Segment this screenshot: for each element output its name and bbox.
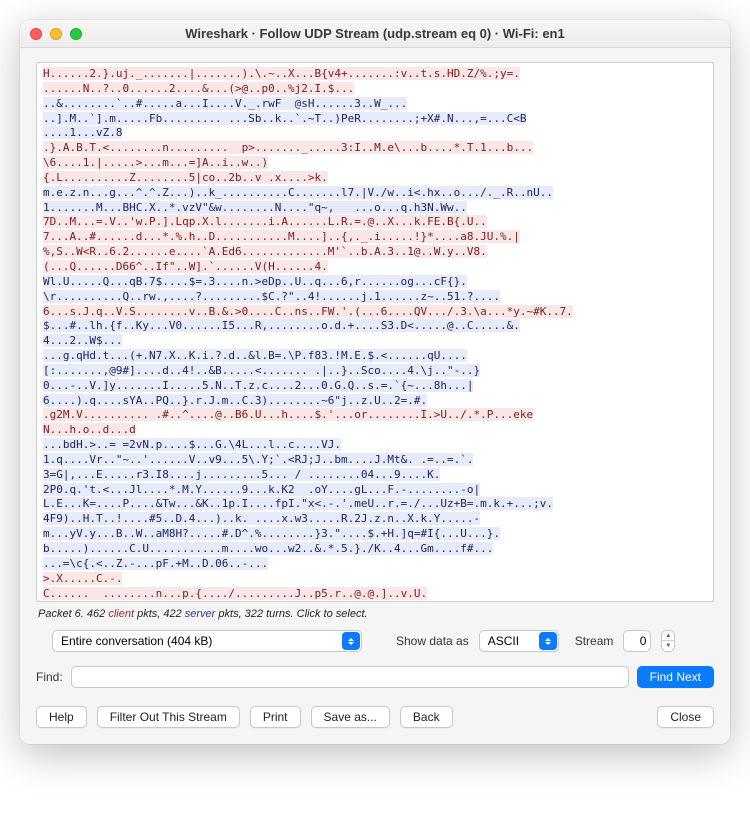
show-data-label: Show data as bbox=[396, 634, 469, 648]
client-word: client bbox=[108, 608, 134, 620]
titlebar: Wireshark · Follow UDP Stream (udp.strea… bbox=[20, 20, 730, 48]
server-segment[interactable]: $...#..lh.{f..Ky...V0......I5...R,......… bbox=[43, 319, 520, 406]
client-segment[interactable]: .}.A.B.T.<........n......... p>......._.… bbox=[43, 141, 533, 184]
server-segment[interactable]: ..&........`..#.....a...I....V._.rwF @sH… bbox=[43, 97, 526, 140]
client-segment[interactable]: >.X.....C.-. C...... ........n...p.{....… bbox=[43, 572, 427, 600]
button-row: Help Filter Out This Stream Print Save a… bbox=[36, 706, 714, 728]
controls-row: Entire conversation (404 kB) Show data a… bbox=[36, 630, 714, 652]
status-mid1: pkts, 422 bbox=[134, 608, 185, 620]
find-input[interactable] bbox=[71, 666, 629, 688]
find-label: Find: bbox=[36, 670, 63, 684]
data-format-select-wrap[interactable]: ASCII bbox=[479, 630, 559, 652]
stepper-down-icon[interactable]: ▼ bbox=[662, 641, 674, 651]
stepper-up-icon[interactable]: ▲ bbox=[662, 631, 674, 641]
filter-out-button[interactable]: Filter Out This Stream bbox=[97, 706, 240, 728]
conversation-select-wrap[interactable]: Entire conversation (404 kB) bbox=[52, 630, 362, 652]
save-as-button[interactable]: Save as... bbox=[311, 706, 390, 728]
status-suffix: pkts, 322 turns. Click to select. bbox=[215, 608, 367, 620]
close-button[interactable]: Close bbox=[657, 706, 714, 728]
status-prefix: Packet 6. 462 bbox=[38, 608, 108, 620]
stream-text-view[interactable]: H......2.}.uj._.......|.......).\.~..X..… bbox=[36, 62, 714, 602]
minimize-icon[interactable] bbox=[50, 28, 62, 40]
close-icon[interactable] bbox=[30, 28, 42, 40]
stream-number-input[interactable] bbox=[623, 630, 651, 652]
traffic-lights bbox=[30, 28, 82, 40]
find-row: Find: Find Next bbox=[36, 666, 714, 688]
server-segment[interactable]: Wl.U.....Q...qB.7$....$=.3....n.>eDp..U.… bbox=[43, 275, 500, 303]
server-segment[interactable]: ...bdH.>..= =2vN.p....$...G.\4L...l..c..… bbox=[43, 438, 553, 570]
window-title: Wireshark · Follow UDP Stream (udp.strea… bbox=[20, 26, 730, 41]
data-format-select[interactable]: ASCII bbox=[479, 630, 559, 652]
stream-label: Stream bbox=[575, 634, 614, 648]
client-segment[interactable]: H......2.}.uj._.......|.......).\.~..X..… bbox=[43, 67, 520, 95]
window: Wireshark · Follow UDP Stream (udp.strea… bbox=[20, 20, 730, 744]
server-segment[interactable]: m.e.z.n...g...^.^.Z...)..k_..........C..… bbox=[43, 186, 553, 214]
server-word: server bbox=[185, 608, 216, 620]
status-line: Packet 6. 462 client pkts, 422 server pk… bbox=[38, 608, 712, 620]
client-segment[interactable]: 7D..M...=.V..'w.P.].Lqp.X.l.......i.A...… bbox=[43, 215, 520, 273]
help-button[interactable]: Help bbox=[36, 706, 87, 728]
zoom-icon[interactable] bbox=[70, 28, 82, 40]
content-area: H......2.}.uj._.......|.......).\.~..X..… bbox=[20, 48, 730, 744]
client-segment[interactable]: .g2M.V.......... .#..^....@..B6.U...h...… bbox=[43, 408, 533, 436]
client-segment[interactable]: 6...s.J.q..V.S........v..B.&.>0....C..ns… bbox=[43, 305, 573, 318]
back-button[interactable]: Back bbox=[400, 706, 453, 728]
stream-stepper[interactable]: ▲ ▼ bbox=[661, 630, 675, 652]
conversation-select[interactable]: Entire conversation (404 kB) bbox=[52, 630, 362, 652]
find-next-button[interactable]: Find Next bbox=[637, 666, 714, 688]
print-button[interactable]: Print bbox=[250, 706, 301, 728]
